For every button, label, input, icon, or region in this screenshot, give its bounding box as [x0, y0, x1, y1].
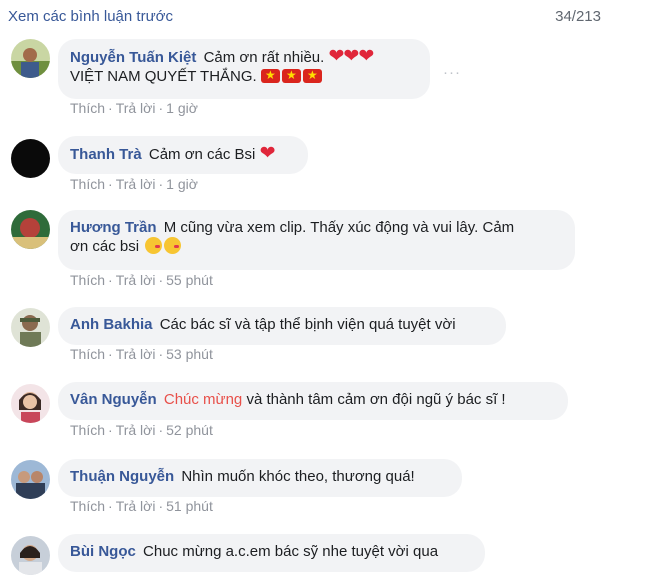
comment-bubble: Thuận Nguyễn Nhìn muốn khóc theo, thương…	[58, 459, 462, 497]
comment-timestamp[interactable]: 51 phút	[166, 498, 213, 514]
comment-actions: Thích · Trả lời · 53 phút	[70, 346, 213, 362]
comment-author[interactable]: Anh Bakhia	[70, 316, 153, 333]
comment-count: 34/213	[555, 8, 601, 25]
avatar[interactable]	[11, 384, 50, 423]
comment-bubble: Thanh Trà Cảm ơn các Bsi ❤	[58, 136, 308, 174]
comment-text: Các bác sĩ và tập thể bịnh viện quá tuyệ…	[159, 316, 456, 333]
comment-author[interactable]: Vân Nguyễn	[70, 391, 157, 408]
like-button[interactable]: Thích	[70, 100, 105, 116]
comment-text: Cảm ơn các Bsi	[148, 146, 256, 163]
avatar[interactable]	[11, 536, 50, 575]
separator: ·	[108, 100, 113, 116]
comment-timestamp[interactable]: 1 giờ	[166, 100, 198, 116]
avatar[interactable]	[11, 39, 50, 78]
comment-timestamp[interactable]: 55 phút	[166, 272, 213, 288]
separator: ·	[158, 346, 164, 362]
avatar[interactable]	[11, 460, 50, 499]
comment-actions: Thích · Trả lời · 52 phút	[70, 422, 213, 438]
comment-text-line2: VIỆT NAM QUYẾT THẮNG.	[70, 68, 257, 85]
separator: ·	[158, 498, 164, 514]
comment-item: Bùi Ngọc Chuc mừng a.c.em bác sỹ nhe tuy…	[0, 533, 665, 575]
separator: ·	[108, 498, 113, 514]
heart-emoji-icon: ❤	[259, 143, 276, 164]
like-button[interactable]: Thích	[70, 498, 105, 514]
comment-timestamp[interactable]: 1 giờ	[166, 176, 198, 192]
comment-bubble: Anh Bakhia Các bác sĩ và tập thể bịnh vi…	[58, 307, 506, 345]
comment-actions: Thích · Trả lời · 1 giờ	[70, 176, 198, 192]
comment-author[interactable]: Hương Trần	[70, 219, 157, 236]
comment-text: Chuc mừng a.c.em bác sỹ nhe tuyệt vời qu…	[143, 543, 439, 560]
comment-author[interactable]: Nguyễn Tuấn Kiệt	[70, 49, 196, 66]
comment-item: Anh Bakhia Các bác sĩ và tập thể bịnh vi…	[0, 305, 665, 367]
comment-bubble: Vân Nguyễn Chúc mừng và thành tâm cảm ơn…	[58, 382, 568, 420]
vietnam-flag-icon: ★	[260, 68, 280, 83]
like-button[interactable]: Thích	[70, 422, 105, 438]
comment-item: Thanh Trà Cảm ơn các Bsi ❤ Thích · Trả lời…	[0, 136, 665, 196]
comment-actions: Thích · Trả lời · 51 phút	[70, 498, 213, 514]
separator: ·	[108, 346, 113, 362]
more-options-icon[interactable]: ···	[443, 64, 461, 81]
like-button[interactable]: Thích	[70, 272, 105, 288]
comment-text: Cảm ơn rất nhiều.	[203, 49, 325, 66]
separator: ·	[108, 422, 113, 438]
comment-item: Vân Nguyễn Chúc mừng và thành tâm cảm ơn…	[0, 381, 665, 443]
separator: ·	[108, 272, 113, 288]
comment-actions: Thích · Trả lời · 55 phút	[70, 272, 213, 288]
mention-tag[interactable]: Chúc mừng	[164, 391, 242, 408]
separator: ·	[158, 272, 164, 288]
comments-header: Xem các bình luận trước 34/213	[0, 0, 665, 34]
like-button[interactable]: Thích	[70, 346, 105, 362]
comment-bubble: Bùi Ngọc Chuc mừng a.c.em bác sỹ nhe tuy…	[58, 534, 485, 572]
avatar[interactable]	[11, 139, 50, 178]
reply-button[interactable]: Trả lời	[116, 422, 156, 438]
kissing-face-emoji-icon	[145, 237, 163, 254]
reply-button[interactable]: Trả lời	[116, 176, 156, 192]
comment-item: Thuận Nguyễn Nhìn muốn khóc theo, thương…	[0, 457, 665, 519]
comment-text: Nhìn muốn khóc theo, thương quá!	[181, 468, 415, 485]
vietnam-flag-icon: ★	[281, 68, 301, 83]
like-button[interactable]: Thích	[70, 176, 105, 192]
comment-text: và thành tâm cảm ơn đội ngũ ý bác sĩ !	[246, 391, 506, 408]
comment-item: Hương Trần M cũng vừa xem clip. Thấy xúc…	[0, 208, 665, 293]
comment-actions: Thích · Trả lời · 1 giờ	[70, 100, 198, 116]
comment-bubble: Hương Trần M cũng vừa xem clip. Thấy xúc…	[58, 210, 575, 270]
separator: ·	[158, 422, 164, 438]
view-previous-comments-link[interactable]: Xem các bình luận trước	[8, 8, 173, 25]
comment-author[interactable]: Thuận Nguyễn	[70, 468, 174, 485]
avatar[interactable]	[11, 308, 50, 347]
comment-bubble: Nguyễn Tuấn Kiệt Cảm ơn rất nhiều. ❤❤❤ V…	[58, 39, 430, 99]
comment-item: Nguyễn Tuấn Kiệt Cảm ơn rất nhiều. ❤❤❤ V…	[0, 37, 665, 122]
comment-text-line2: ơn các bsi	[70, 238, 140, 255]
comment-timestamp[interactable]: 53 phút	[166, 346, 213, 362]
comment-author[interactable]: Bùi Ngọc	[70, 543, 136, 560]
vietnam-flag-icon: ★	[302, 68, 322, 83]
reply-button[interactable]: Trả lời	[116, 346, 156, 362]
reply-button[interactable]: Trả lời	[116, 272, 156, 288]
reply-button[interactable]: Trả lời	[116, 100, 156, 116]
comment-author[interactable]: Thanh Trà	[70, 146, 142, 163]
avatar[interactable]	[11, 210, 50, 249]
separator: ·	[158, 176, 164, 192]
comment-text: M cũng vừa xem clip. Thấy xúc động và vu…	[163, 219, 515, 236]
reply-button[interactable]: Trả lời	[116, 498, 156, 514]
kissing-face-emoji-icon	[164, 237, 182, 254]
separator: ·	[158, 100, 164, 116]
separator: ·	[108, 176, 113, 192]
comment-timestamp[interactable]: 52 phút	[166, 422, 213, 438]
heart-emoji-icon: ❤❤❤	[328, 46, 374, 67]
